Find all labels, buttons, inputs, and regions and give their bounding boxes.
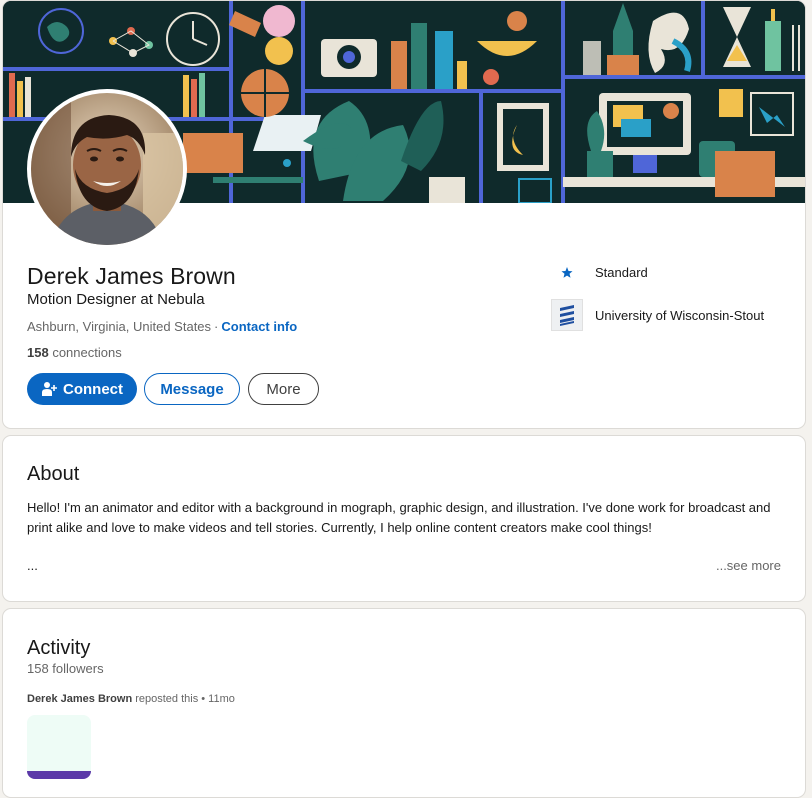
side-standard[interactable]: Standard: [551, 265, 648, 280]
connections-count: 158: [27, 345, 49, 360]
person-add-icon: [42, 382, 57, 396]
about-card: About Hello! I'm an animator and editor …: [2, 435, 806, 602]
connect-button[interactable]: Connect: [27, 373, 137, 405]
profile-avatar[interactable]: [27, 89, 187, 249]
profile-location: Ashburn, Virginia, United States: [27, 319, 212, 334]
activity-card: Activity 158 followers Derek James Brown…: [2, 608, 806, 798]
contact-info-link[interactable]: Contact info: [221, 319, 297, 334]
star-icon: [551, 266, 583, 279]
connections-label: connections: [52, 345, 122, 360]
about-heading: About: [27, 463, 80, 485]
about-text: Hello! I'm an animator and editor with a…: [27, 500, 771, 535]
profile-headline: Motion Designer at Nebula: [27, 291, 205, 308]
profile-card: Derek James Brown Motion Designer at Neb…: [2, 0, 806, 429]
more-button[interactable]: More: [248, 373, 319, 405]
see-more-link[interactable]: ...see more: [716, 558, 781, 573]
connect-label: Connect: [63, 380, 123, 398]
standard-label: Standard: [595, 265, 648, 280]
university-label: University of Wisconsin-Stout: [595, 307, 765, 323]
profile-location-row: Ashburn, Virginia, United States · Contact…: [27, 319, 297, 334]
activity-post-thumbnail[interactable]: [27, 715, 91, 779]
profile-name: Derek James Brown: [27, 263, 236, 289]
activity-heading: Activity: [27, 637, 91, 659]
repost-line: Derek James Brown reposted this • 11mo: [27, 693, 235, 705]
followers-count: 158 followers: [27, 661, 104, 676]
university-logo: [551, 299, 583, 331]
avatar-photo: [31, 93, 183, 245]
repost-author[interactable]: Derek James Brown: [27, 693, 132, 705]
thumbnail-accent-bar: [27, 771, 91, 779]
side-university[interactable]: University of Wisconsin-Stout: [551, 299, 764, 331]
repost-meta: reposted this • 11mo: [135, 693, 235, 705]
about-ellipsis: ...: [27, 558, 38, 573]
message-button[interactable]: Message: [144, 373, 240, 405]
connections-row[interactable]: 158 connections: [27, 345, 122, 360]
location-separator: ·: [214, 319, 219, 334]
